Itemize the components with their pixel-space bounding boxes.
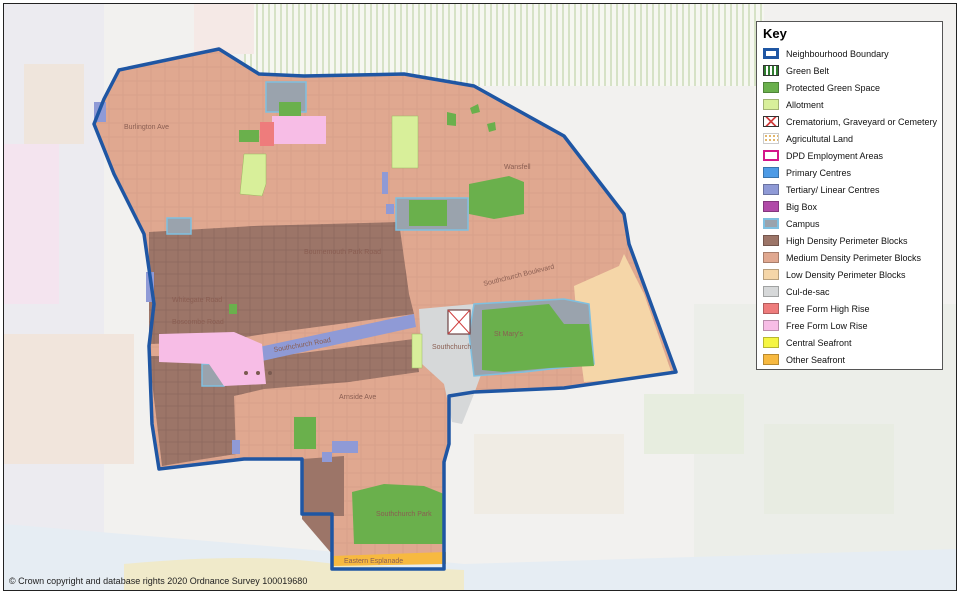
legend-item-label: Other Seafront <box>786 354 846 365</box>
legend-item: Agricultutal Land <box>763 130 936 147</box>
legend-item: Low Density Perimeter Blocks <box>763 266 936 283</box>
label-arnside-ave: Arnside Ave <box>339 394 376 401</box>
legend-item: Protected Green Space <box>763 79 936 96</box>
high-density-icon <box>763 235 779 246</box>
legend-item-label: Big Box <box>786 201 818 212</box>
legend-item-label: Primary Centres <box>786 167 852 178</box>
legend-item: DPD Employment Areas <box>763 147 936 164</box>
label-wansfell: Wansfell <box>504 164 531 171</box>
legend-item-label: Green Belt <box>786 65 830 76</box>
green-belt-icon <box>763 65 779 76</box>
legend-item: Free Form Low Rise <box>763 317 936 334</box>
campus-area-west <box>166 217 192 235</box>
free-form-high-rise <box>260 122 274 146</box>
big-box-icon <box>763 201 779 212</box>
legend-item-label: Low Density Perimeter Blocks <box>786 269 906 280</box>
other-seafront-icon <box>763 354 779 365</box>
free-form-low-rise-icon <box>763 320 779 331</box>
free-form-high-rise-icon <box>763 303 779 314</box>
tertiary-centres-icon <box>763 184 779 195</box>
legend-item: Primary Centres <box>763 164 936 181</box>
map-frame: Southchurch Southchurch Boulevard Southc… <box>3 3 957 591</box>
agricultural-land-icon <box>763 133 779 144</box>
legend-item: High Density Perimeter Blocks <box>763 232 936 249</box>
legend-item: Tertiary/ Linear Centres <box>763 181 936 198</box>
central-seafront-icon <box>763 337 779 348</box>
legend-item-label: Protected Green Space <box>786 82 881 93</box>
legend-item-label: Tertiary/ Linear Centres <box>786 184 880 195</box>
copyright-notice: © Crown copyright and database rights 20… <box>9 576 308 586</box>
legend-item: Crematorium, Graveyard or Cemetery <box>763 113 938 130</box>
label-whitegate-road: Whitegate Road <box>172 297 222 304</box>
legend-title: Key <box>763 26 787 41</box>
label-boscombe-road: Boscombe Road <box>172 319 224 326</box>
legend-item: Free Form High Rise <box>763 300 936 317</box>
graveyard <box>447 309 471 335</box>
legend-item-label: Medium Density Perimeter Blocks <box>786 252 922 263</box>
allotment-icon <box>763 99 779 110</box>
cul-de-sac-icon <box>763 286 779 297</box>
medium-density-icon <box>763 252 779 263</box>
low-density-icon <box>763 269 779 280</box>
map-legend: Key Neighbourhood Boundary Green Belt Prot… <box>756 21 943 370</box>
legend-item-label: Free Form High Rise <box>786 303 870 314</box>
legend-item: Campus <box>763 215 936 232</box>
legend-item-label: Agricultutal Land <box>786 133 854 144</box>
legend-item-label: Free Form Low Rise <box>786 320 868 331</box>
protected-green-space-icon <box>763 82 779 93</box>
campus-icon <box>763 218 779 229</box>
legend-item-label: DPD Employment Areas <box>786 150 884 161</box>
legend-item: Cul-de-sac <box>763 283 936 300</box>
legend-item-label: Central Seafront <box>786 337 852 348</box>
legend-item: Allotment <box>763 96 936 113</box>
legend-item-label: High Density Perimeter Blocks <box>786 235 908 246</box>
legend-item: Other Seafront <box>763 351 936 368</box>
neighbourhood-boundary-icon <box>763 48 779 59</box>
label-southchurch-park: Southchurch Park <box>376 511 432 518</box>
label-eastern-esplanade: Eastern Esplanade <box>344 558 403 565</box>
label-st-marys: St Mary's <box>494 331 523 338</box>
dpd-employment-icon <box>763 150 779 161</box>
label-southchurch: Southchurch <box>432 344 471 351</box>
legend-item-label: Neighbourhood Boundary <box>786 48 889 59</box>
crematorium-icon <box>763 116 779 127</box>
legend-item: Green Belt <box>763 62 936 79</box>
legend-items: Neighbourhood Boundary Green Belt Protecte… <box>763 45 938 368</box>
legend-item: Big Box <box>763 198 936 215</box>
primary-centres-icon <box>763 167 779 178</box>
legend-item-label: Campus <box>786 218 820 229</box>
legend-item-label: Crematorium, Graveyard or Cemetery <box>786 116 938 127</box>
legend-item-label: Allotment <box>786 99 824 110</box>
legend-item: Neighbourhood Boundary <box>763 45 936 62</box>
legend-item-label: Cul-de-sac <box>786 286 830 297</box>
legend-item: Medium Density Perimeter Blocks <box>763 249 936 266</box>
legend-item: Central Seafront <box>763 334 936 351</box>
label-burlington-ave: Burlington Ave <box>124 124 169 131</box>
label-bournemouth: Bournemouth Park Road <box>304 249 381 256</box>
